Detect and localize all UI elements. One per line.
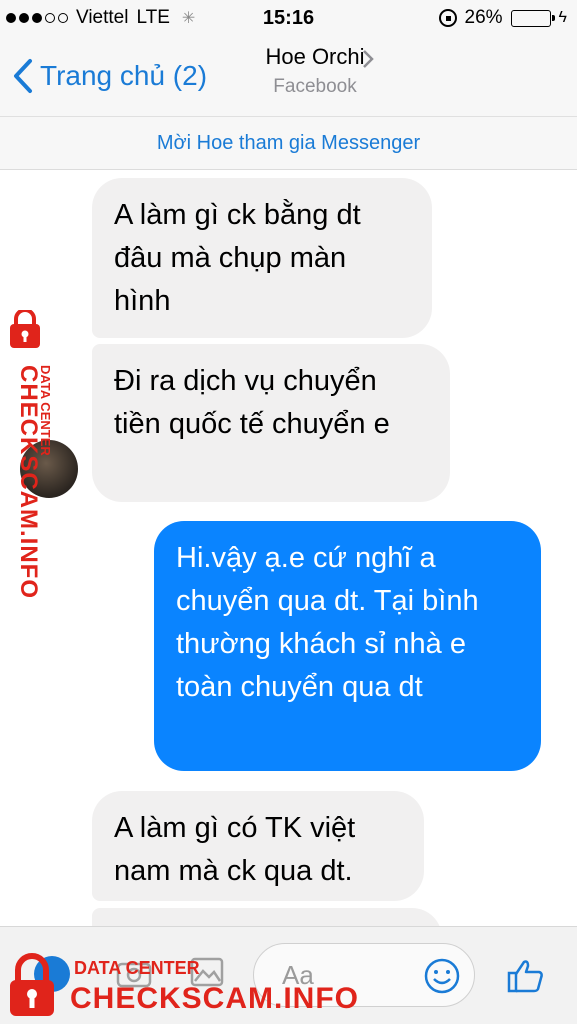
chevron-right-icon xyxy=(363,50,374,68)
status-bar: Viettel LTE ✳ 15:16 26% ϟ xyxy=(0,0,577,36)
watermark-bottom: DATA CENTER CHECKSCAM.INFO xyxy=(6,944,358,1024)
battery-percent: 26% xyxy=(464,7,503,28)
charging-icon: ϟ xyxy=(558,9,567,26)
watermark-sub-vertical: DATA CENTER xyxy=(38,365,53,456)
message-bubble-incoming[interactable]: A làm gì có TK việt nam mà ck qua dt. xyxy=(92,791,424,901)
watermark-lock-icon xyxy=(10,953,54,1016)
battery-icon xyxy=(510,9,555,27)
back-button[interactable]: Trang chủ (2) xyxy=(12,58,207,94)
message-bubble-incoming[interactable]: Đi ra dịch vụ chuyển tiền quốc tế chuyển… xyxy=(92,344,450,502)
status-right: 26% ϟ xyxy=(438,7,567,29)
watermark-sub: DATA CENTER xyxy=(74,958,200,978)
watermark-lock-icon xyxy=(10,310,40,348)
invite-banner[interactable]: Mời Hoe tham gia Messenger xyxy=(0,116,577,170)
watermark-brand: CHECKSCAM.INFO xyxy=(70,982,359,1015)
conversation-header: Trang chủ (2) Hoe Orchi Facebook xyxy=(0,36,577,116)
message-bubble-incoming[interactable]: A làm gì ck bằng dt đâu mà chụp màn hình xyxy=(92,178,432,338)
emoji-icon[interactable] xyxy=(423,957,461,995)
chevron-left-icon xyxy=(14,59,32,93)
message-bubble-outgoing[interactable]: Hi.vậy ạ.e cứ nghĩ a chuyển qua dt. Tại … xyxy=(154,521,541,771)
contact-source: Facebook xyxy=(273,76,357,97)
like-icon[interactable] xyxy=(506,957,546,995)
rotation-lock-icon xyxy=(438,9,457,27)
back-label: Trang chủ (2) xyxy=(40,60,208,91)
